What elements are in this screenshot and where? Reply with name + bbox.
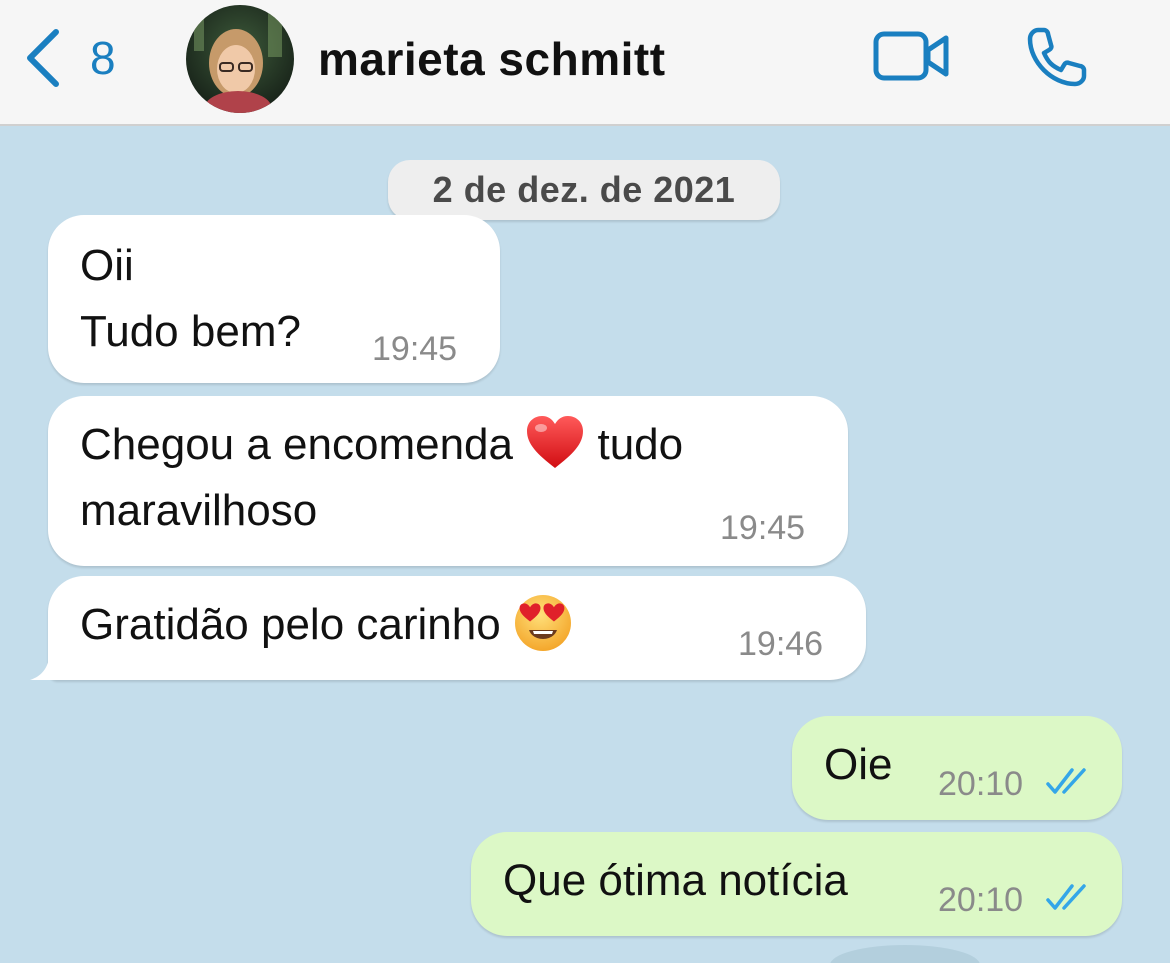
incoming-message[interactable]: Chegou a encomenda tudo maravilhoso 19:4…: [48, 396, 848, 566]
chat-header: 8 marieta schmitt: [0, 0, 1170, 126]
phone-icon: [1027, 27, 1087, 87]
message-time: 19:45: [720, 509, 806, 547]
avatar-photo: [186, 5, 294, 113]
message-text: Que ótima notícia: [503, 856, 848, 905]
red-heart-icon: [527, 416, 584, 469]
message-text: Oii Tudo bem?: [80, 233, 301, 365]
message-time: 19:46: [738, 625, 824, 663]
message-text: Gratidão pelo carinho: [80, 592, 573, 658]
message-text-part: Gratidão pelo carinho: [80, 600, 501, 649]
chevron-left-icon: [27, 29, 59, 87]
video-camera-icon: [873, 31, 949, 81]
message-time: 20:10: [938, 765, 1024, 803]
date-separator: 2 de dez. de 2021: [388, 160, 780, 220]
message-text-part: tudo: [597, 420, 684, 469]
contact-name[interactable]: marieta schmitt: [318, 30, 666, 88]
contact-avatar[interactable]: [186, 5, 294, 113]
message-text: Chegou a encomenda tudo maravilhoso: [80, 412, 683, 544]
heart-eyes-face-icon: [514, 595, 571, 652]
back-button[interactable]: 8: [22, 26, 116, 90]
bubble-tail: [30, 654, 60, 680]
message-time: 19:45: [372, 330, 458, 368]
message-text-part: Chegou a encomenda: [80, 420, 513, 469]
message-text: Oie: [824, 740, 893, 789]
message-line: maravilhoso: [80, 486, 318, 535]
incoming-message[interactable]: Gratidão pelo carinho 19:46: [30, 576, 866, 680]
double-check-read-icon: [1046, 768, 1086, 794]
message-time: 20:10: [938, 881, 1024, 919]
partial-bubble-edge: [830, 945, 980, 963]
double-check-read-icon: [1046, 884, 1086, 910]
video-call-button[interactable]: [872, 28, 952, 89]
outgoing-message[interactable]: Oie 20:10: [792, 716, 1122, 820]
incoming-message[interactable]: Oii Tudo bem? 19:45: [48, 215, 500, 383]
message-line: Oii: [80, 241, 134, 290]
unread-count: 8: [90, 32, 116, 84]
message-line: Tudo bem?: [80, 307, 301, 356]
outgoing-message[interactable]: Que ótima notícia 20:10: [471, 832, 1122, 936]
voice-call-button[interactable]: [1024, 24, 1090, 95]
